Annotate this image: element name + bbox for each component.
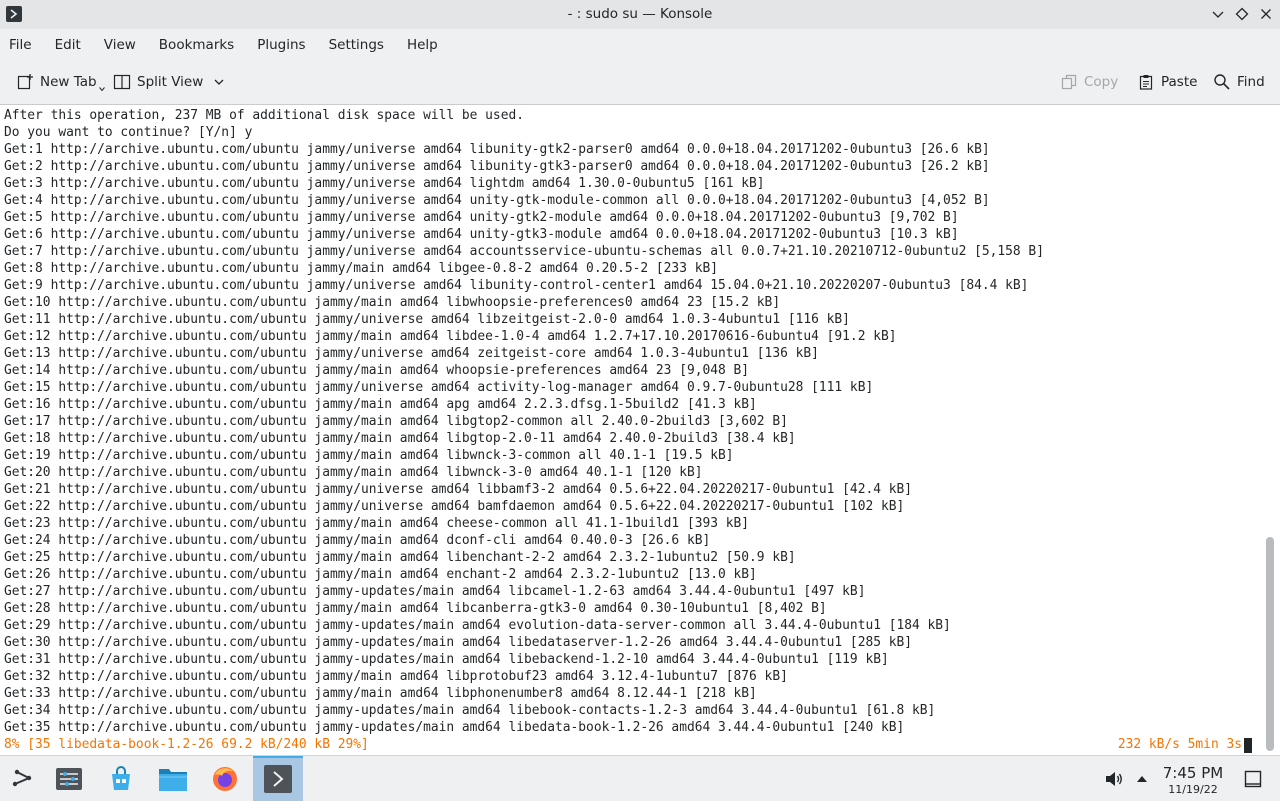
system-tray-expand-icon[interactable] xyxy=(1126,763,1158,795)
terminal-line: Get:21 http://archive.ubuntu.com/ubuntu … xyxy=(4,482,913,497)
terminal-line: Get:35 http://archive.ubuntu.com/ubuntu … xyxy=(4,720,905,735)
terminal-line: Get:13 http://archive.ubuntu.com/ubuntu … xyxy=(4,346,819,361)
terminal-line: Get:25 http://archive.ubuntu.com/ubuntu … xyxy=(4,550,796,565)
terminal-line: Get:6 http://archive.ubuntu.com/ubuntu j… xyxy=(4,227,959,242)
menu-file[interactable]: File xyxy=(9,37,32,53)
terminal-line: Get:17 http://archive.ubuntu.com/ubuntu … xyxy=(4,414,788,429)
split-view-label: Split View xyxy=(137,74,204,90)
new-tab-button[interactable]: New Tab xyxy=(16,71,111,93)
menu-bar: File Edit View Bookmarks Plugins Setting… xyxy=(0,29,1280,60)
terminal-line: Get:14 http://archive.ubuntu.com/ubuntu … xyxy=(4,363,750,378)
copy-button[interactable]: Copy xyxy=(1060,71,1118,93)
terminal-scrollbar[interactable] xyxy=(1266,537,1274,751)
terminal-line: Get:5 http://archive.ubuntu.com/ubuntu j… xyxy=(4,210,959,225)
show-desktop-icon[interactable] xyxy=(1237,763,1269,795)
close-icon[interactable] xyxy=(1258,6,1274,22)
terminal-line: Get:12 http://archive.ubuntu.com/ubuntu … xyxy=(4,329,897,344)
terminal-line: Get:23 http://archive.ubuntu.com/ubuntu … xyxy=(4,516,750,531)
paste-label: Paste xyxy=(1161,74,1198,90)
firefox-icon[interactable] xyxy=(209,763,241,795)
terminal-line: Get:28 http://archive.ubuntu.com/ubuntu … xyxy=(4,601,827,616)
menu-bookmarks[interactable]: Bookmarks xyxy=(159,37,234,53)
terminal-line: Get:2 http://archive.ubuntu.com/ubuntu j… xyxy=(4,159,990,174)
terminal-line: Get:26 http://archive.ubuntu.com/ubuntu … xyxy=(4,567,757,582)
menu-help[interactable]: Help xyxy=(407,37,438,53)
copy-label: Copy xyxy=(1084,74,1119,90)
terminal-output: After this operation, 237 MB of addition… xyxy=(4,107,1044,736)
terminal-line: Get:8 http://archive.ubuntu.com/ubuntu j… xyxy=(4,261,718,276)
system-settings-icon[interactable] xyxy=(53,763,85,795)
terminal-line: Get:4 http://archive.ubuntu.com/ubuntu j… xyxy=(4,193,990,208)
terminal-cursor xyxy=(1244,738,1252,753)
menu-view[interactable]: View xyxy=(104,37,136,53)
find-button[interactable]: Find xyxy=(1213,71,1265,93)
discover-store-icon[interactable] xyxy=(105,763,137,795)
find-label: Find xyxy=(1237,74,1265,90)
terminal-line: Get:24 http://archive.ubuntu.com/ubuntu … xyxy=(4,533,711,548)
apt-progress-status: 8% [35 libedata-book-1.2-26 69.2 kB/240 … xyxy=(4,737,369,752)
terminal-line: Get:29 http://archive.ubuntu.com/ubuntu … xyxy=(4,618,951,633)
minimize-icon[interactable] xyxy=(1210,6,1226,22)
terminal-line: Get:11 http://archive.ubuntu.com/ubuntu … xyxy=(4,312,850,327)
paste-icon xyxy=(1139,75,1153,90)
konsole-task-icon[interactable] xyxy=(262,763,294,795)
terminal-line: Get:1 http://archive.ubuntu.com/ubuntu j… xyxy=(4,142,990,157)
terminal-line: Get:18 http://archive.ubuntu.com/ubuntu … xyxy=(4,431,796,446)
terminal-line: Get:33 http://archive.ubuntu.com/ubuntu … xyxy=(4,686,757,701)
menu-settings[interactable]: Settings xyxy=(329,37,384,53)
split-view-button[interactable]: Split View xyxy=(113,71,231,93)
title-bar: - : sudo su — Konsole xyxy=(0,0,1280,29)
new-tab-icon xyxy=(17,74,33,90)
terminal-line: Get:7 http://archive.ubuntu.com/ubuntu j… xyxy=(4,244,1044,259)
menu-edit[interactable]: Edit xyxy=(55,37,81,53)
terminal-line: Do you want to continue? [Y/n] y xyxy=(4,125,253,140)
terminal-line: Get:20 http://archive.ubuntu.com/ubuntu … xyxy=(4,465,703,480)
terminal-line: Get:16 http://archive.ubuntu.com/ubuntu … xyxy=(4,397,757,412)
terminal-line: Get:34 http://archive.ubuntu.com/ubuntu … xyxy=(4,703,936,718)
terminal-view[interactable]: After this operation, 237 MB of addition… xyxy=(0,105,1280,755)
terminal-line: Get:9 http://archive.ubuntu.com/ubuntu j… xyxy=(4,278,1029,293)
split-view-chevron-down-icon xyxy=(214,79,224,85)
clock-date[interactable]: 11/19/22 xyxy=(1158,783,1228,796)
apt-download-rate: 232 kB/s 5min 3s xyxy=(1117,737,1242,752)
toolbar: New Tab Split View Copy Paste Find xyxy=(0,60,1280,105)
terminal-line: Get:31 http://archive.ubuntu.com/ubuntu … xyxy=(4,652,889,667)
terminal-line: Get:27 http://archive.ubuntu.com/ubuntu … xyxy=(4,584,866,599)
terminal-line: Get:3 http://archive.ubuntu.com/ubuntu j… xyxy=(4,176,765,191)
search-icon xyxy=(1214,74,1230,90)
file-manager-icon[interactable] xyxy=(157,763,189,795)
new-tab-label: New Tab xyxy=(40,74,97,90)
taskbar: 7:45 PM 11/19/22 xyxy=(0,755,1280,801)
new-tab-dropdown-icon xyxy=(98,87,105,92)
terminal-line: Get:15 http://archive.ubuntu.com/ubuntu … xyxy=(4,380,874,395)
copy-icon xyxy=(1061,74,1077,90)
clock-time[interactable]: 7:45 PM xyxy=(1158,764,1228,782)
paste-button[interactable]: Paste xyxy=(1137,71,1197,93)
menu-plugins[interactable]: Plugins xyxy=(257,37,305,53)
application-launcher-icon[interactable] xyxy=(6,763,38,795)
terminal-line: Get:32 http://archive.ubuntu.com/ubuntu … xyxy=(4,669,788,684)
terminal-line: Get:10 http://archive.ubuntu.com/ubuntu … xyxy=(4,295,781,310)
terminal-line: Get:19 http://archive.ubuntu.com/ubuntu … xyxy=(4,448,734,463)
terminal-line: After this operation, 237 MB of addition… xyxy=(4,108,524,123)
terminal-line: Get:22 http://archive.ubuntu.com/ubuntu … xyxy=(4,499,905,514)
terminal-line: Get:30 http://archive.ubuntu.com/ubuntu … xyxy=(4,635,913,650)
window-title: - : sudo su — Konsole xyxy=(567,6,713,22)
maximize-icon[interactable] xyxy=(1234,6,1250,22)
split-view-icon xyxy=(113,74,131,90)
